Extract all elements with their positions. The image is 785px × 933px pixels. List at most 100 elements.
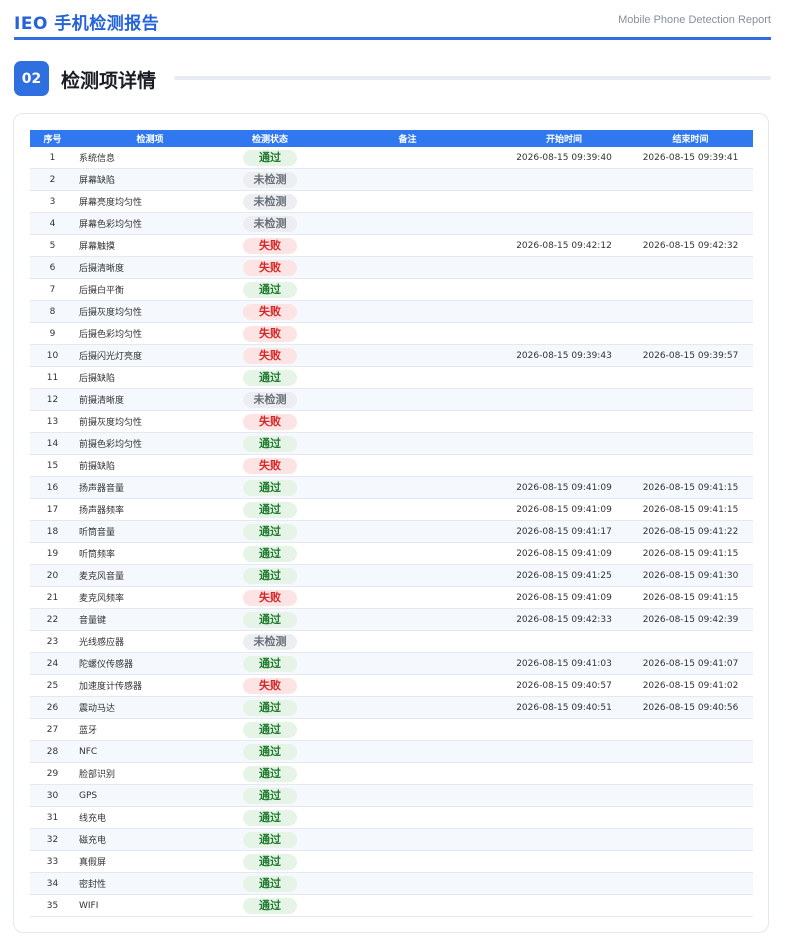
row-index: 28 [30,740,75,763]
row-start-time [500,410,628,433]
table-row: 18 听筒音量 通过 2026-08-15 09:41:17 2026-08-15 09… [30,520,753,543]
row-note [315,894,500,917]
row-item-name: 后摄白平衡 [75,278,225,301]
row-index: 11 [30,366,75,389]
row-item-name: GPS [75,784,225,807]
table-body: 1 系统信息 通过 2026-08-15 09:39:40 2026-08-15 09:… [30,147,753,917]
row-status: 失败 [225,234,315,257]
row-item-name: 音量键 [75,608,225,631]
row-status: 未检测 [225,168,315,191]
row-note [315,542,500,565]
table-row: 12 前摄清晰度 未检测 [30,388,753,411]
row-index: 15 [30,454,75,477]
row-end-time [628,256,753,279]
row-status: 失败 [225,344,315,367]
status-badge: 通过 [243,567,297,584]
status-badge: 通过 [243,655,297,672]
row-note [315,190,500,213]
row-note [315,674,500,697]
table-row: 11 后摄缺陷 通过 [30,366,753,389]
row-item-name: 后摄清晰度 [75,256,225,279]
table-row: 26 震动马达 通过 2026-08-15 09:40:51 2026-08-15 09… [30,696,753,719]
row-item-name: 加速度计传感器 [75,674,225,697]
row-index: 4 [30,212,75,235]
table-row: 6 后摄清晰度 失败 [30,256,753,279]
row-item-name: 光线感应器 [75,630,225,653]
status-badge: 通过 [243,281,297,298]
report-title: IEO 手机检测报告 [14,14,160,34]
row-start-time: 2026-08-15 09:39:43 [500,344,628,367]
row-note [315,850,500,873]
row-index: 27 [30,718,75,741]
table-row: 34 密封性 通过 [30,872,753,895]
table-row: 33 真假屏 通过 [30,850,753,873]
row-start-time: 2026-08-15 09:41:09 [500,586,628,609]
row-item-name: 前摄色彩均匀性 [75,432,225,455]
table-row: 17 扬声器频率 通过 2026-08-15 09:41:09 2026-08-15 0… [30,498,753,521]
status-badge: 通过 [243,479,297,496]
row-item-name: 麦克风频率 [75,586,225,609]
row-note [315,740,500,763]
table-row: 24 陀螺仪传感器 通过 2026-08-15 09:41:03 2026-08-15 … [30,652,753,675]
row-start-time [500,784,628,807]
row-start-time [500,718,628,741]
row-item-name: 系统信息 [75,147,225,169]
status-badge: 通过 [243,149,297,166]
row-note [315,212,500,235]
row-item-name: 扬声器频率 [75,498,225,521]
row-end-time [628,322,753,345]
row-start-time [500,388,628,411]
row-end-time [628,300,753,323]
table-row: 19 听筒频率 通过 2026-08-15 09:41:09 2026-08-15 09… [30,542,753,565]
column-header-start-time: 开始时间 [545,135,582,145]
row-status: 未检测 [225,190,315,213]
row-status: 通过 [225,278,315,301]
row-end-time [628,850,753,873]
row-item-name: WIFI [75,894,225,917]
row-index: 14 [30,432,75,455]
column-header-status: 检测状态 [251,135,288,145]
row-start-time: 2026-08-15 09:42:12 [500,234,628,257]
row-start-time [500,432,628,455]
row-status: 通过 [225,894,315,917]
row-note [315,498,500,521]
row-end-time: 2026-08-15 09:41:15 [628,498,753,521]
row-note [315,366,500,389]
row-start-time: 2026-08-15 09:39:40 [500,147,628,169]
status-badge: 通过 [243,809,297,826]
row-status: 通过 [225,718,315,741]
row-end-time [628,718,753,741]
row-end-time: 2026-08-15 09:41:30 [628,564,753,587]
status-badge: 失败 [243,413,297,430]
row-start-time: 2026-08-15 09:40:57 [500,674,628,697]
row-start-time: 2026-08-15 09:41:09 [500,498,628,521]
row-note [315,454,500,477]
section-number-badge: 02 [14,61,49,96]
row-status: 失败 [225,322,315,345]
row-end-time [628,168,753,191]
row-index: 16 [30,476,75,499]
row-status: 通过 [225,762,315,785]
status-badge: 通过 [243,501,297,518]
table-header-row: 序号 检测项 检测状态 备注 开始时间 结束时间 [30,130,753,147]
row-start-time [500,300,628,323]
table-row: 2 屏幕缺陷 未检测 [30,168,753,191]
status-badge: 通过 [243,787,297,804]
row-note [315,762,500,785]
row-end-time: 2026-08-15 09:41:15 [628,476,753,499]
status-badge: 通过 [243,721,297,738]
table-row: 16 扬声器音量 通过 2026-08-15 09:41:09 2026-08-15 0… [30,476,753,499]
row-index: 20 [30,564,75,587]
table-row: 8 后摄灰度均匀性 失败 [30,300,753,323]
table-row: 31 线充电 通过 [30,806,753,829]
row-end-time [628,762,753,785]
row-status: 未检测 [225,630,315,653]
status-badge: 未检测 [243,633,297,650]
row-start-time [500,212,628,235]
row-status: 通过 [225,784,315,807]
row-start-time [500,740,628,763]
row-note [315,564,500,587]
row-status: 通过 [225,740,315,763]
row-end-time: 2026-08-15 09:39:41 [628,147,753,169]
status-badge: 未检测 [243,215,297,232]
